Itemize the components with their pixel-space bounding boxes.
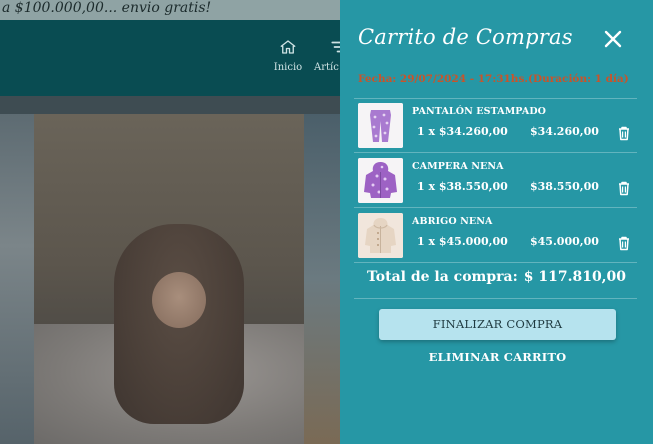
item-total: $45.000,00	[530, 235, 599, 248]
nav-item-label: Artíc	[314, 62, 339, 73]
cart-item: CAMPERA NENA 1 x $38.550,00 $38.550,00	[358, 158, 638, 204]
total-label: Total de la compra:	[366, 269, 518, 285]
hero-side-image-right	[304, 114, 344, 444]
cart-item: ABRIGO NENA 1 x $45.000,00 $45.000,00	[358, 213, 638, 259]
item-total: $34.260,00	[530, 125, 599, 138]
cart-item: PANTALÓN ESTAMPADO 1 x $34.260,00 $34.26…	[358, 103, 638, 149]
hero-baby-photo	[34, 114, 304, 444]
clear-cart-link[interactable]: ELIMINAR CARRITO	[340, 350, 653, 364]
nav-item-inicio[interactable]: Inicio	[271, 38, 305, 73]
item-name: PANTALÓN ESTAMPADO	[412, 106, 547, 117]
pants-image	[358, 103, 403, 148]
home-icon	[280, 40, 296, 54]
item-name: CAMPERA NENA	[412, 161, 504, 172]
product-thumbnail	[358, 103, 403, 148]
item-total: $38.550,00	[530, 180, 599, 193]
trash-icon[interactable]	[617, 235, 631, 251]
item-quantity-price: 1 x $38.550,00	[417, 180, 508, 193]
finish-purchase-button[interactable]: FINALIZAR COMPRA	[379, 309, 616, 340]
close-icon[interactable]	[602, 28, 624, 50]
divider	[354, 298, 637, 299]
trash-icon[interactable]	[617, 180, 631, 196]
trash-icon[interactable]	[617, 125, 631, 141]
divider	[354, 152, 637, 153]
divider	[354, 262, 637, 263]
divider	[354, 207, 637, 208]
hero-side-image-left	[0, 114, 34, 444]
item-name: ABRIGO NENA	[412, 216, 493, 227]
cart-date: Fecha: 29/07/2024 - 17:31hs.(Duración: 1…	[358, 73, 629, 85]
nav-item-label: Inicio	[273, 62, 303, 73]
divider	[354, 98, 637, 99]
item-quantity-price: 1 x $45.000,00	[417, 235, 508, 248]
product-thumbnail	[358, 213, 403, 258]
jacket-image	[358, 158, 403, 203]
cart-panel: Carrito de Compras Fecha: 29/07/2024 - 1…	[340, 0, 653, 444]
item-quantity-price: 1 x $34.260,00	[417, 125, 508, 138]
cart-total: Total de la compra: $ 117.810,00	[340, 269, 653, 285]
promo-text: a $100.000,00... envio gratis!	[2, 0, 212, 16]
cart-title: Carrito de Compras	[358, 25, 573, 49]
product-thumbnail	[358, 158, 403, 203]
coat-image	[358, 213, 403, 258]
total-amount: $ 117.810,00	[523, 269, 627, 285]
